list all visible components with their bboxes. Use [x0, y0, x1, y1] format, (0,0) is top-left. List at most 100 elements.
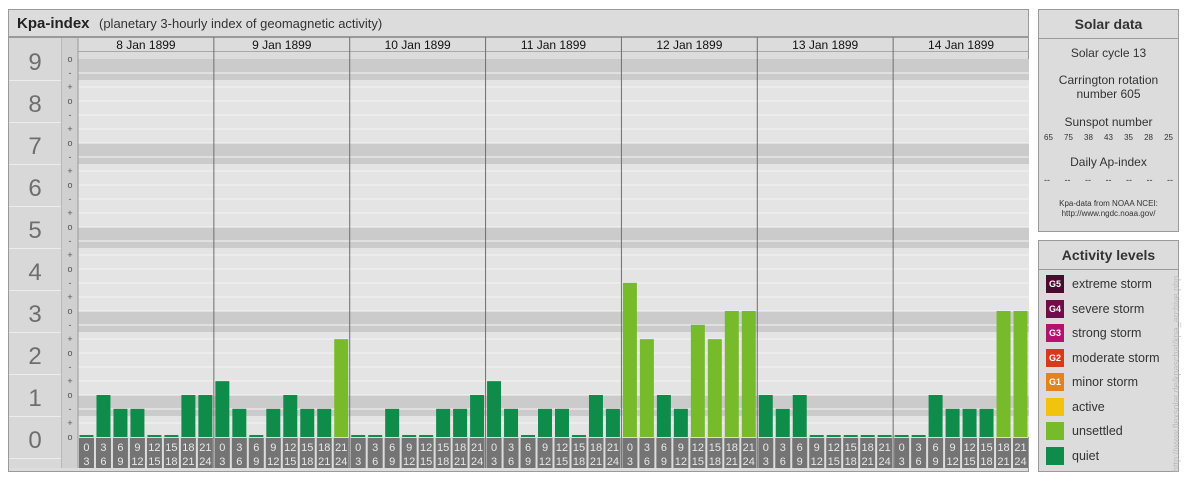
y-tick-label: 8	[28, 91, 41, 118]
activity-level-label: severe storm	[1072, 301, 1145, 316]
x-interval-end: 21	[726, 456, 738, 468]
activity-level-item: active	[1046, 397, 1105, 417]
kp-bar	[809, 435, 824, 437]
x-interval-start: 9	[542, 442, 548, 454]
kp-bar	[843, 435, 858, 437]
y-minor-tick: +	[67, 418, 72, 428]
activity-level-item: G4 severe storm	[1046, 299, 1144, 319]
activity-levels-panel: Activity levels G5 extreme storm G4 severe …	[1038, 240, 1179, 472]
ap-index-title: Daily Ap-index	[1070, 155, 1147, 169]
kp-bar	[334, 339, 349, 437]
y-minor-tick: -	[69, 278, 72, 288]
sunspot-value: 28	[1144, 133, 1153, 142]
x-interval-end: 9	[525, 456, 531, 468]
kp-bar	[79, 435, 94, 437]
x-interval-end: 15	[828, 456, 840, 468]
activity-level-label: minor storm	[1072, 375, 1138, 389]
kp-bar	[928, 395, 943, 437]
sunspot-title: Sunspot number	[1064, 115, 1153, 129]
x-interval-start: 3	[236, 442, 242, 454]
x-interval-start: 3	[916, 442, 922, 454]
kp-bar	[741, 311, 756, 437]
ap-index-value: --	[1085, 175, 1091, 185]
x-interval-end: 24	[335, 456, 347, 468]
kp-bar	[147, 435, 162, 437]
x-interval-start: 15	[165, 442, 177, 454]
x-interval-start: 15	[980, 442, 992, 454]
kp-band	[78, 164, 1029, 185]
x-interval-end: 18	[845, 456, 857, 468]
ap-index-values: -- -- -- -- -- -- --	[1039, 175, 1178, 185]
activity-level-swatch: G2	[1046, 348, 1064, 367]
x-interval-start: 18	[997, 442, 1009, 454]
x-interval-start: 18	[454, 442, 466, 454]
ap-index-value: --	[1064, 175, 1071, 185]
day-label: 12 Jan 1899	[656, 38, 722, 52]
kp-bar	[639, 339, 654, 437]
activity-level-swatch	[1046, 422, 1064, 440]
y-minor-tick: o	[67, 390, 72, 400]
y-tick-label: 4	[28, 259, 41, 286]
x-interval-start: 9	[950, 442, 956, 454]
kp-band	[78, 206, 1029, 227]
x-interval-start: 0	[627, 442, 633, 454]
activity-level-item: G3 strong storm	[1046, 323, 1141, 343]
kp-bar	[436, 408, 451, 437]
x-interval-end: 9	[253, 456, 259, 468]
x-interval-start: 6	[797, 442, 803, 454]
x-interval-end: 6	[100, 456, 106, 468]
x-interval-end: 12	[131, 456, 143, 468]
x-interval-start: 0	[491, 442, 497, 454]
kp-bar	[826, 435, 841, 437]
kp-band	[78, 59, 1029, 80]
activity-level-label: moderate storm	[1072, 350, 1160, 365]
y-tick-label: 2	[28, 343, 41, 370]
activity-level-item: G5 extreme storm	[1046, 274, 1152, 294]
x-interval-start: 6	[389, 442, 395, 454]
ap-index-value: --	[1167, 175, 1173, 185]
x-interval-start: 18	[862, 442, 874, 454]
sunspot-values: 65 75 38 43 35 28 25	[1039, 133, 1178, 142]
sunspot-value: 35	[1124, 133, 1133, 142]
x-interval-start: 6	[661, 442, 667, 454]
kp-bar	[588, 395, 603, 437]
x-interval-end: 3	[763, 456, 769, 468]
x-interval-end: 21	[318, 456, 330, 468]
x-interval-start: 0	[355, 442, 361, 454]
y-minor-tick: -	[69, 152, 72, 162]
kp-band	[78, 269, 1029, 290]
x-interval-start: 15	[573, 442, 585, 454]
x-interval-end: 21	[590, 456, 602, 468]
kp-bar	[402, 435, 417, 437]
kp-bar	[1013, 311, 1028, 437]
x-interval-end: 15	[556, 456, 568, 468]
ap-index-value: --	[1146, 175, 1153, 185]
x-interval-start: 12	[963, 442, 975, 454]
y-minor-tick: +	[67, 250, 72, 260]
x-interval-start: 12	[692, 442, 704, 454]
kp-bar	[113, 408, 128, 437]
kp-bar	[164, 435, 179, 437]
x-interval-end: 6	[916, 456, 922, 468]
kp-bar	[775, 408, 790, 437]
kp-bar	[266, 408, 281, 437]
x-interval-end: 24	[879, 456, 891, 468]
activity-level-item: G1 minor storm	[1046, 372, 1138, 392]
x-interval-start: 12	[148, 442, 160, 454]
x-interval-end: 18	[301, 456, 313, 468]
x-interval-start: 21	[1014, 442, 1026, 454]
x-interval-end: 3	[627, 456, 633, 468]
kp-bar	[690, 324, 705, 437]
x-interval-end: 15	[420, 456, 432, 468]
y-minor-tick: +	[67, 82, 72, 92]
kp-bar	[724, 311, 739, 437]
x-interval-end: 21	[862, 456, 874, 468]
kp-bar	[894, 435, 909, 437]
activity-level-item: G2 moderate storm	[1046, 348, 1160, 368]
x-interval-end: 12	[675, 456, 687, 468]
x-interval-start: 0	[899, 442, 905, 454]
kp-bar	[453, 408, 468, 437]
y-minor-tick: -	[69, 194, 72, 204]
x-interval-end: 3	[355, 456, 361, 468]
kp-bar	[283, 395, 298, 437]
